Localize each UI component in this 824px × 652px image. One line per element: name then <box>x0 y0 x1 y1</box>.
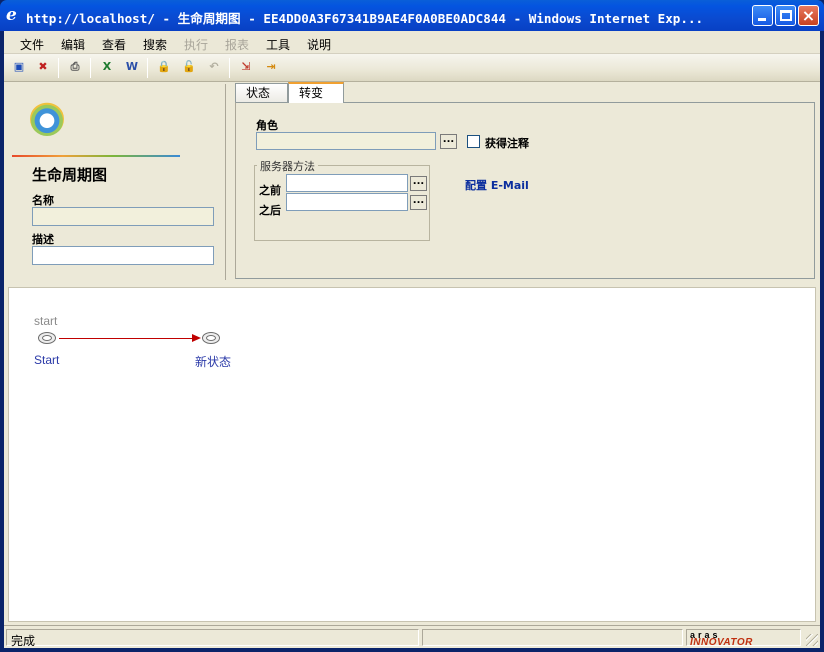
transition-panel: 状态 转变 角色 ... 获得注释 服务器方法 之前 ... 之后 ... 配置… <box>231 82 820 281</box>
print-icon[interactable]: ⎙ <box>66 58 84 76</box>
excel-icon[interactable]: X <box>98 58 116 76</box>
menu-file[interactable]: 文件 <box>20 36 44 53</box>
start-node-caption: start <box>34 314 58 328</box>
menu-help[interactable]: 说明 <box>307 36 331 53</box>
maximize-button[interactable] <box>775 5 796 26</box>
role-browse-button[interactable]: ... <box>440 134 457 149</box>
configure-email-link[interactable]: 配置 E-Mail <box>465 177 529 193</box>
lock-icon[interactable]: 🔒 <box>155 58 173 76</box>
status-text: 完成 <box>11 634 36 648</box>
lifecycle-properties-panel: 生命周期图 名称 描述 <box>8 84 226 280</box>
close-icon: × <box>801 6 816 25</box>
menu-bar: 文件 编辑 查看 搜索 执行 报表 工具 说明 <box>4 31 820 54</box>
client-area: 文件 编辑 查看 搜索 执行 报表 工具 说明 ▣ ✖ ⎙ X W 🔒 🔓 ↶ … <box>4 31 820 648</box>
ie-logo-icon: e <box>6 5 17 25</box>
page-title: 生命周期图 <box>32 166 108 184</box>
start-node-label[interactable]: Start <box>34 353 59 367</box>
delete-icon[interactable]: ✖ <box>34 58 52 76</box>
new-state-node-label[interactable]: 新状态 <box>195 353 231 370</box>
undo-icon[interactable]: ↶ <box>205 58 223 76</box>
menu-edit[interactable]: 编辑 <box>61 36 85 53</box>
status-bar: 完成 aras INNOVATOR <box>4 625 820 648</box>
toolbar: ▣ ✖ ⎙ X W 🔒 🔓 ↶ ⇲ ⇥ <box>4 54 820 82</box>
role-field[interactable] <box>256 132 436 150</box>
save-icon[interactable]: ▣ <box>10 58 28 76</box>
after-browse-button[interactable]: ... <box>410 195 427 210</box>
server-methods-legend: 服务器方法 <box>257 158 318 174</box>
lifecycle-diagram-canvas[interactable]: start Start 新状态 <box>8 287 816 622</box>
name-label: 名称 <box>32 194 54 207</box>
exit-icon[interactable]: ⇥ <box>262 58 280 76</box>
after-method-field[interactable] <box>286 193 408 211</box>
get-comment-label: 获得注释 <box>485 137 529 150</box>
window-title: http://localhost/ - 生命周期图 - EE4DD0A3F673… <box>26 11 704 26</box>
menu-tools[interactable]: 工具 <box>266 36 290 53</box>
server-methods-group: 服务器方法 之前 ... 之后 ... <box>254 158 430 241</box>
description-label: 描述 <box>32 233 54 246</box>
name-field[interactable] <box>32 207 214 226</box>
unlock-icon[interactable]: 🔓 <box>180 58 198 76</box>
role-label: 角色 <box>256 119 278 132</box>
aras-innovator-logo: aras INNOVATOR <box>690 630 753 648</box>
menu-search[interactable]: 搜索 <box>143 36 167 53</box>
close-button[interactable]: × <box>798 5 819 26</box>
state-node-icon[interactable] <box>202 332 220 344</box>
arrow-head-icon <box>192 334 201 342</box>
tab-states[interactable]: 状态 <box>235 83 288 102</box>
tab-transitions[interactable]: 转变 <box>288 82 344 103</box>
minimize-icon <box>758 18 766 21</box>
status-pane-main: 完成 <box>6 629 419 648</box>
browser-window: e http://localhost/ - 生命周期图 - EE4DD0A3F6… <box>0 0 824 652</box>
description-field[interactable] <box>32 246 214 265</box>
before-browse-button[interactable]: ... <box>410 176 427 191</box>
before-label: 之前 <box>259 184 281 197</box>
get-comment-checkbox[interactable] <box>467 135 480 148</box>
done-icon[interactable]: ⇲ <box>237 58 255 76</box>
word-icon[interactable]: W <box>123 58 141 76</box>
toolbar-separator <box>229 58 230 78</box>
status-pane <box>422 629 683 646</box>
menu-execute[interactable]: 执行 <box>184 36 208 53</box>
toolbar-separator <box>90 58 91 78</box>
transition-line[interactable] <box>59 338 195 339</box>
after-label: 之后 <box>259 204 281 217</box>
tab-content: 角色 ... 获得注释 服务器方法 之前 ... 之后 ... 配置 E-Mai… <box>235 102 815 279</box>
resize-grip-icon[interactable] <box>806 634 818 646</box>
toolbar-separator <box>147 58 148 78</box>
maximize-icon <box>780 10 792 21</box>
state-node-icon[interactable] <box>38 332 56 344</box>
menu-reports[interactable]: 报表 <box>225 36 249 53</box>
menu-view[interactable]: 查看 <box>102 36 126 53</box>
toolbar-separator <box>58 58 59 78</box>
before-method-field[interactable] <box>286 174 408 192</box>
title-bar[interactable]: e http://localhost/ - 生命周期图 - EE4DD0A3F6… <box>0 0 824 31</box>
lifecycle-logo-icon <box>30 102 64 136</box>
divider <box>12 155 180 157</box>
minimize-button[interactable] <box>752 5 773 26</box>
